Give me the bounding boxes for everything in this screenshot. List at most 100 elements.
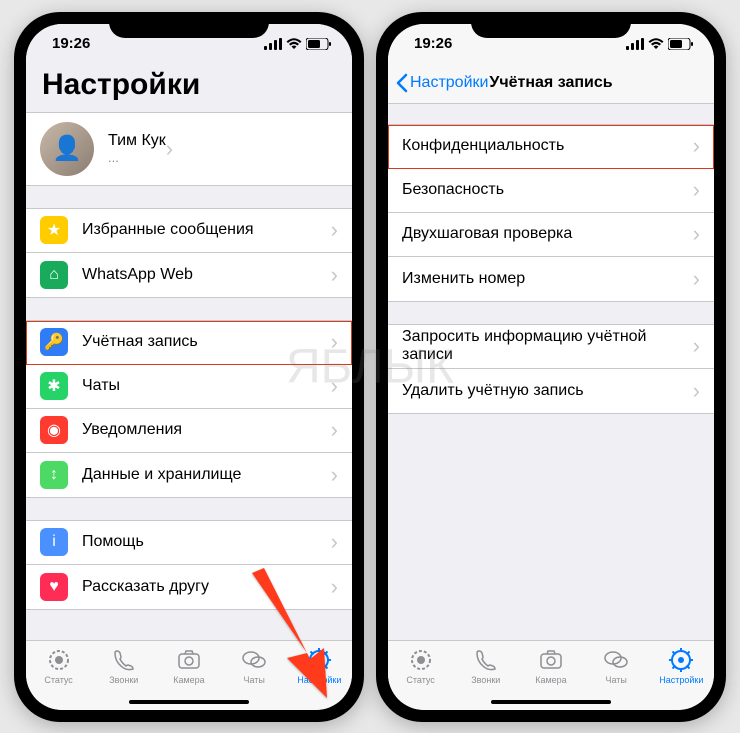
profile-status: ...: [108, 150, 166, 165]
row-помощь[interactable]: i Помощь›: [26, 521, 352, 565]
chevron-right-icon: ›: [331, 262, 338, 288]
row-изменить-номер[interactable]: Изменить номер›: [388, 257, 714, 301]
status-time: 19:26: [414, 35, 452, 52]
row-icon: i: [40, 528, 68, 556]
row-label: Безопасность: [402, 181, 693, 199]
home-indicator: [129, 700, 249, 704]
chevron-right-icon: ›: [693, 221, 700, 247]
page-title: Настройки: [26, 64, 352, 112]
row-данные-и-хранилище[interactable]: ↕ Данные и хранилище›: [26, 453, 352, 497]
tab-label: Камера: [173, 675, 204, 685]
notch: [471, 12, 631, 38]
row-icon: 🔑: [40, 328, 68, 356]
row-конфиденциальность[interactable]: Конфиденциальность›: [388, 125, 714, 169]
tab-camera[interactable]: Камера: [159, 647, 219, 685]
tab-label: Статус: [406, 675, 434, 685]
chevron-right-icon: ›: [331, 417, 338, 443]
chevron-left-icon: [396, 73, 408, 93]
tab-status[interactable]: Статус: [29, 647, 89, 685]
row-label: Уведомления: [82, 421, 331, 439]
arrow-annotation: [232, 563, 352, 703]
row-удалить-учётную-запись[interactable]: Удалить учётную запись›: [388, 369, 714, 413]
content-right: Конфиденциальность›Безопасность›Двухшаго…: [388, 104, 714, 640]
settings-group: 🔑Учётная запись›✱Чаты›◉Уведомления›↕Данн…: [26, 320, 352, 498]
avatar: 👤: [40, 122, 94, 176]
nav-header: Настройки Учётная запись: [388, 64, 714, 104]
row-icon: ✱: [40, 372, 68, 400]
notch: [109, 12, 269, 38]
settings-group: ★Избранные сообщения›⌂WhatsApp Web›: [26, 208, 352, 298]
phone-icon: [111, 647, 137, 673]
phone-icon: [473, 647, 499, 673]
chevron-right-icon: ›: [331, 373, 338, 399]
tab-phone[interactable]: Звонки: [456, 647, 516, 685]
row-избранные-сообщения[interactable]: ★ Избранные сообщения›: [26, 209, 352, 253]
tab-status[interactable]: Статус: [391, 647, 451, 685]
camera-icon: [538, 647, 564, 673]
wifi-icon: [648, 38, 664, 50]
battery-icon: [668, 38, 694, 50]
tab-label: Чаты: [605, 675, 626, 685]
chevron-right-icon: ›: [693, 133, 700, 159]
tab-gear[interactable]: Настройки: [651, 647, 711, 685]
tab-label: Звонки: [471, 675, 500, 685]
chevron-right-icon: ›: [693, 333, 700, 359]
back-button[interactable]: Настройки: [396, 73, 488, 93]
settings-group: Запросить информацию учётной записи›Удал…: [388, 324, 714, 414]
row-label: Избранные сообщения: [82, 221, 331, 239]
chevron-right-icon: ›: [331, 529, 338, 555]
gear-icon: [668, 647, 694, 673]
row-label: Двухшаговая проверка: [402, 225, 693, 243]
chevron-right-icon: ›: [693, 266, 700, 292]
row-label: Изменить номер: [402, 270, 693, 288]
phone-right: 19:26 Настройки Учётная запись Конфиденц…: [376, 12, 726, 722]
chevron-right-icon: ›: [331, 462, 338, 488]
tab-label: Камера: [535, 675, 566, 685]
row-icon: ↕: [40, 461, 68, 489]
chat-icon: [603, 647, 629, 673]
row-label: Учётная запись: [82, 333, 331, 351]
row-двухшаговая-проверка[interactable]: Двухшаговая проверка›: [388, 213, 714, 257]
row-label: Удалить учётную запись: [402, 382, 693, 400]
signal-icon: [264, 38, 282, 50]
row-label: Запросить информацию учётной записи: [402, 328, 693, 364]
battery-icon: [306, 38, 332, 50]
row-icon: ⌂: [40, 261, 68, 289]
tab-chat[interactable]: Чаты: [586, 647, 646, 685]
tab-label: Настройки: [659, 675, 703, 685]
content-left: Настройки 👤 Тим Кук ... › ★ Избранные соо…: [26, 64, 352, 640]
row-уведомления[interactable]: ◉ Уведомления›: [26, 409, 352, 453]
row-whatsapp-web[interactable]: ⌂WhatsApp Web›: [26, 253, 352, 297]
status-icons: [264, 38, 332, 50]
status-icon: [46, 647, 72, 673]
row-запросить-информацию-учётной-записи[interactable]: Запросить информацию учётной записи›: [388, 325, 714, 369]
chevron-right-icon: ›: [693, 378, 700, 404]
status-icons: [626, 38, 694, 50]
tab-phone[interactable]: Звонки: [94, 647, 154, 685]
chevron-right-icon: ›: [331, 217, 338, 243]
wifi-icon: [286, 38, 302, 50]
tab-label: Звонки: [109, 675, 138, 685]
camera-icon: [176, 647, 202, 673]
profile-name: Тим Кук: [108, 132, 166, 150]
chevron-right-icon: ›: [331, 329, 338, 355]
row-чаты[interactable]: ✱ Чаты›: [26, 365, 352, 409]
row-label: Чаты: [82, 377, 331, 395]
row-profile[interactable]: 👤 Тим Кук ... ›: [26, 113, 352, 185]
row-label: Помощь: [82, 533, 331, 551]
signal-icon: [626, 38, 644, 50]
row-безопасность[interactable]: Безопасность›: [388, 169, 714, 213]
row-icon: ★: [40, 216, 68, 244]
chevron-right-icon: ›: [166, 136, 173, 162]
screen-right: 19:26 Настройки Учётная запись Конфиденц…: [388, 24, 714, 710]
tab-camera[interactable]: Камера: [521, 647, 581, 685]
row-icon: ◉: [40, 416, 68, 444]
group-profile: 👤 Тим Кук ... ›: [26, 112, 352, 186]
home-indicator: [491, 700, 611, 704]
row-label: Данные и хранилище: [82, 466, 331, 484]
row-label: Конфиденциальность: [402, 137, 693, 155]
row-учётная-запись[interactable]: 🔑 Учётная запись›: [26, 321, 352, 365]
tab-label: Статус: [44, 675, 72, 685]
row-icon: ♥: [40, 573, 68, 601]
chevron-right-icon: ›: [693, 177, 700, 203]
